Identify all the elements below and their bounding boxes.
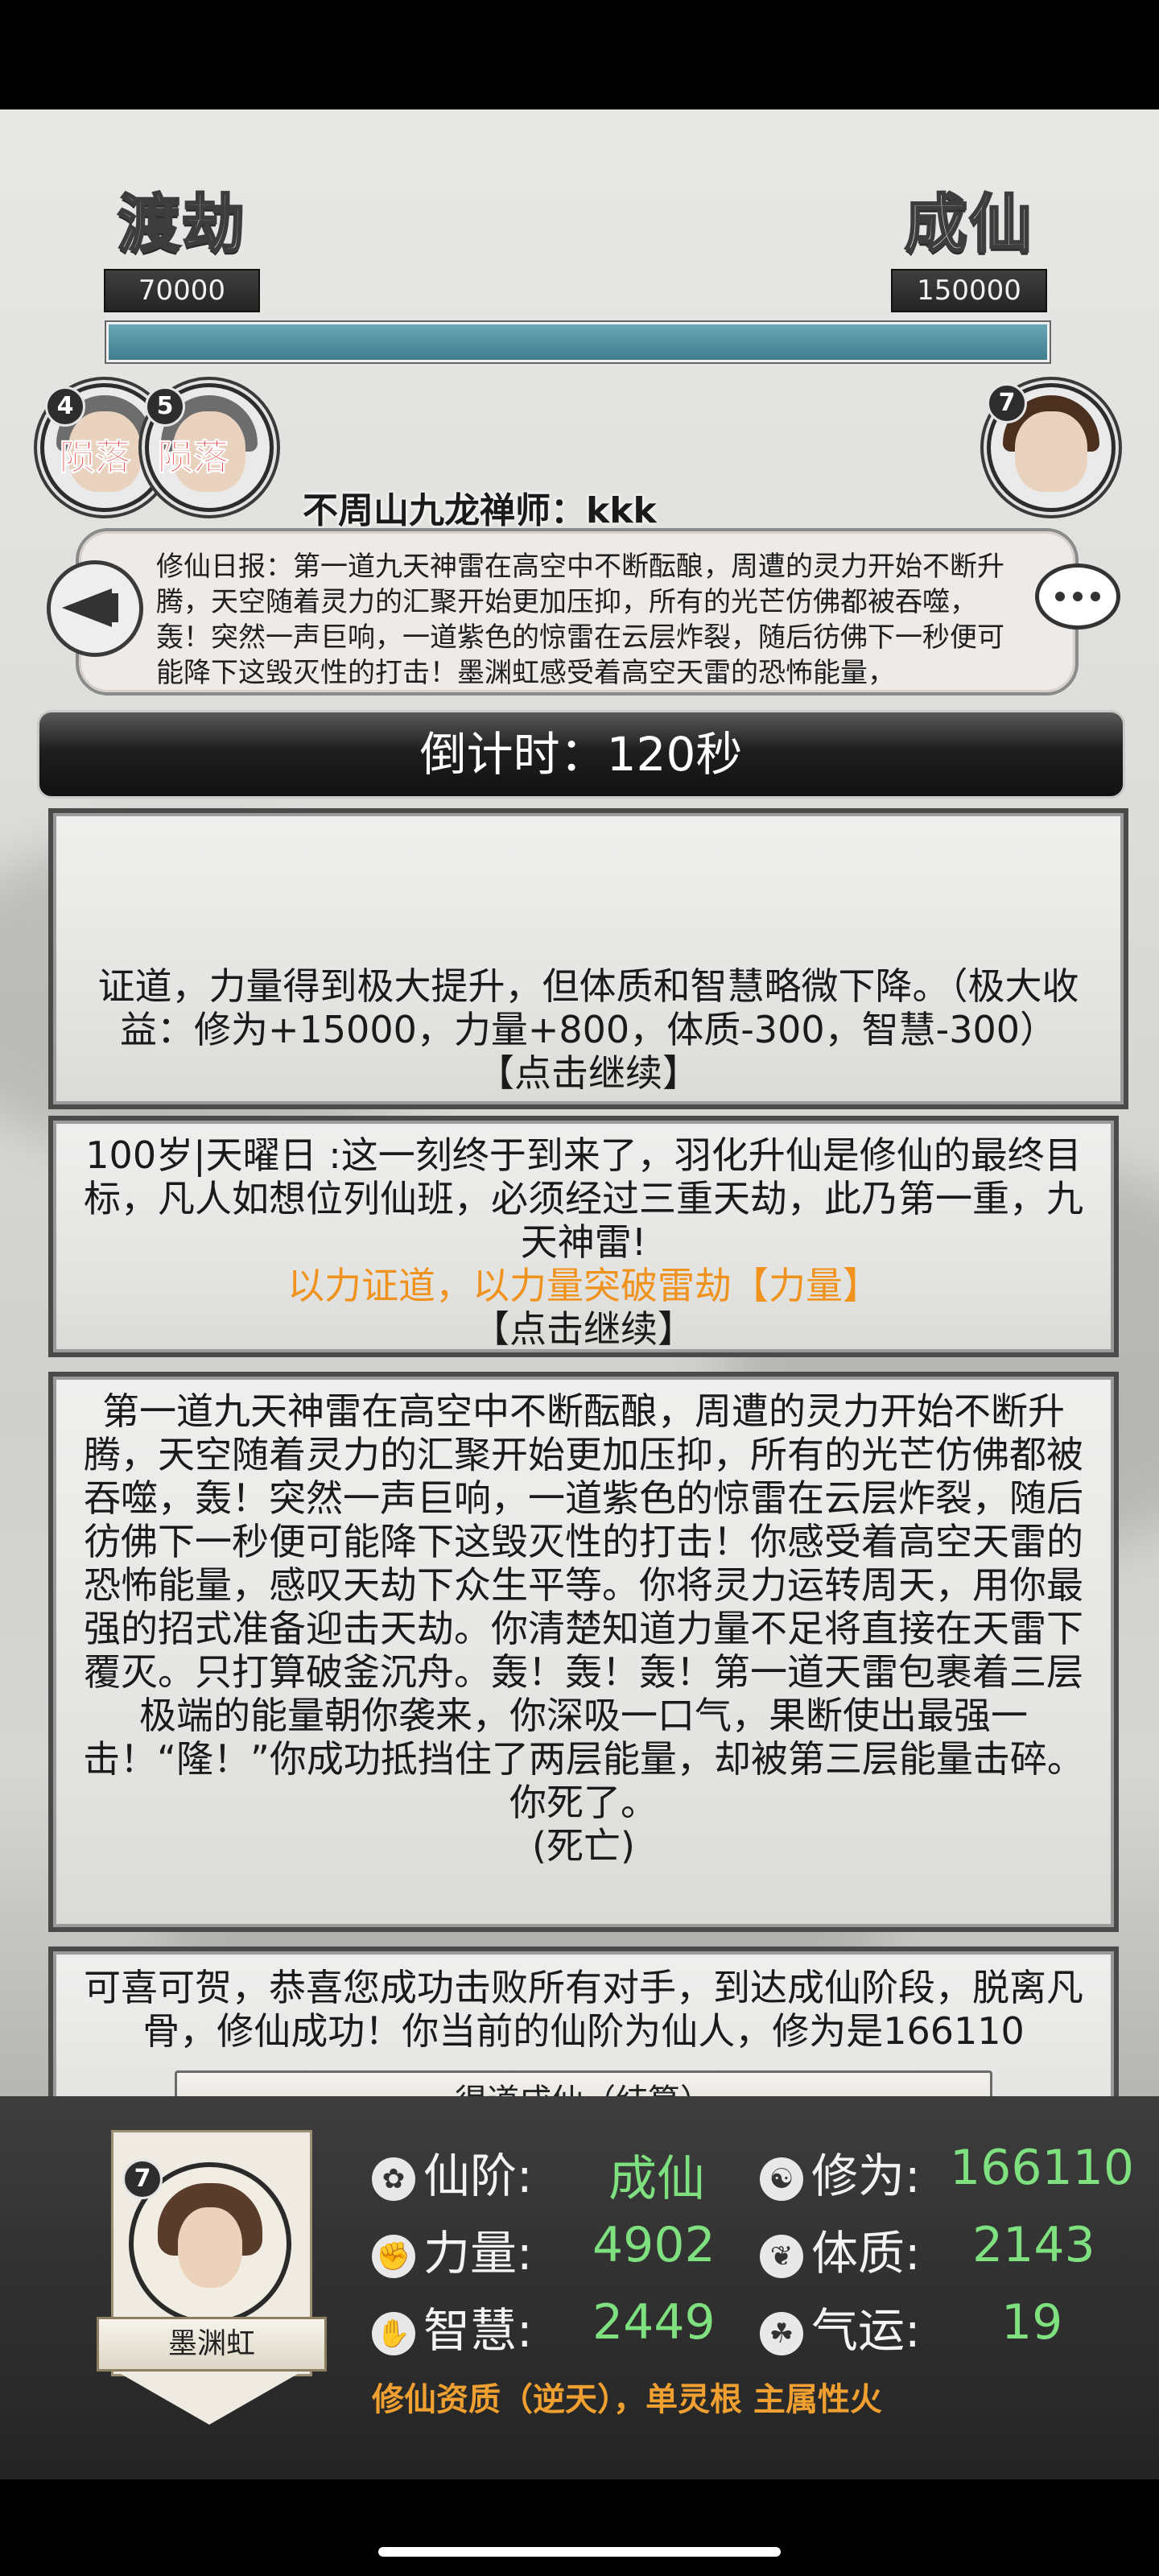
stage-right: 成仙 150000 [872, 151, 1066, 312]
countdown-bar: 倒计时：120秒 [37, 710, 1125, 799]
daily-report-box[interactable]: 修仙日报：第一道九天神雷在高空中不断酝酿，周遭的灵力开始不断升腾，天空随着灵力的… [76, 528, 1079, 696]
player-name: 不周山九龙禅师：kkk [303, 490, 657, 531]
opponent-status: 陨落 [158, 437, 229, 479]
stage-progress-bar [106, 322, 1050, 362]
fist-icon: ✊ [372, 2234, 415, 2278]
stage-right-title: 成仙 [903, 187, 1033, 262]
stat-physique: ❦ 体质: [760, 2215, 921, 2283]
megaphone-icon[interactable] [47, 560, 143, 657]
story-card-result: (死亡) [532, 1824, 635, 1868]
stat-strength: ✊ 力量: [372, 2215, 533, 2283]
character-level-badge: 7 [122, 2159, 163, 2199]
stat-rank-value: 成仙 [608, 2151, 705, 2207]
stat-label: 仙阶: [423, 2149, 533, 2203]
opponent-status: 陨落 [60, 437, 131, 479]
stage-left-title: 渡劫 [116, 187, 246, 262]
continue-link[interactable]: 【点击继续】 [53, 1051, 1124, 1095]
story-card[interactable]: 证道，力量得到极大提升，但体质和智慧略微下降。（极大收益：修为+15000，力量… [48, 808, 1128, 1109]
stat-label: 智慧: [423, 2303, 533, 2358]
story-card-text: 100岁|天曜日 :这一刻终于到来了，羽化升仙是修仙的最终目标，凡人如想位列仙班… [84, 1133, 1083, 1264]
stat-label: 体质: [811, 2226, 921, 2281]
stat-label: 修为: [811, 2149, 921, 2203]
daily-report-text: 修仙日报：第一道九天神雷在高空中不断酝酿，周遭的灵力开始不断升腾，天空随着灵力的… [156, 551, 1004, 689]
stat-cultivation: ☯ 修为: [760, 2138, 921, 2206]
story-card-text: 可喜可贺，恭喜您成功击败所有对手，到达成仙阶段，脱离凡骨，修仙成功！你当前的仙阶… [84, 1966, 1083, 2053]
opponent-level-badge: 5 [145, 386, 185, 427]
self-level-badge: 7 [987, 383, 1027, 423]
story-card: 第一道九天神雷在高空中不断酝酿，周遭的灵力开始不断升腾，天空随着灵力的汇聚开始更… [48, 1372, 1119, 1932]
stat-physique-value: 2143 [972, 2217, 1095, 2273]
story-card-choice[interactable]: 以力证道，以力量突破雷劫【力量】 [53, 1264, 1114, 1307]
stage-right-value: 150000 [891, 269, 1047, 312]
leaf-icon: ❦ [760, 2234, 803, 2278]
avatar-face [1015, 411, 1087, 492]
character-name: 墨渊虹 [97, 2317, 327, 2372]
stage-left: 渡劫 70000 [85, 151, 278, 312]
home-indicator[interactable] [378, 2547, 781, 2557]
hand-icon: ✋ [372, 2311, 415, 2355]
stat-label: 力量: [423, 2226, 533, 2281]
stat-label: 气运: [811, 2303, 921, 2358]
aptitude-text: 修仙资质（逆天），单灵根 主属性火 [372, 2381, 882, 2418]
portrait-scroll-tip [111, 2368, 307, 2425]
story-card-text: 第一道九天神雷在高空中不断酝酿，周遭的灵力开始不断升腾，天空随着灵力的汇聚开始更… [83, 1389, 1084, 1824]
clover-icon: ☘ [760, 2311, 803, 2355]
continue-link[interactable]: 【点击继续】 [53, 1307, 1114, 1351]
stat-rank: ✿ 仙阶: [372, 2138, 533, 2206]
story-card-text: 证道，力量得到极大提升，但体质和智慧略微下降。（极大收益：修为+15000，力量… [97, 964, 1079, 1051]
stat-luck: ☘ 气运: [760, 2293, 921, 2360]
stage-progress-fill [109, 324, 1047, 360]
opponent-level-badge: 4 [45, 386, 85, 427]
lotus-icon: ✿ [372, 2157, 415, 2201]
stat-strength-value: 4902 [592, 2217, 716, 2273]
avatar-face [178, 2207, 242, 2288]
chat-bubble-icon[interactable] [1035, 564, 1120, 630]
swirl-icon: ☯ [760, 2157, 803, 2201]
game-screen: 渡劫 70000 成仙 150000 4 陨落 5 陨落 7 不周山九龙禅师：k… [0, 109, 1159, 2479]
stat-wisdom: ✋ 智慧: [372, 2293, 533, 2360]
character-portrait[interactable]: 7 墨渊虹 [97, 2130, 327, 2425]
story-card[interactable]: 100岁|天曜日 :这一刻终于到来了，羽化升仙是修仙的最终目标，凡人如想位列仙班… [48, 1116, 1119, 1357]
stage-left-value: 70000 [104, 269, 260, 312]
stat-cultivation-value: 166110 [950, 2140, 1135, 2196]
stat-luck-value: 19 [1001, 2294, 1063, 2351]
stat-wisdom-value: 2449 [592, 2294, 716, 2351]
